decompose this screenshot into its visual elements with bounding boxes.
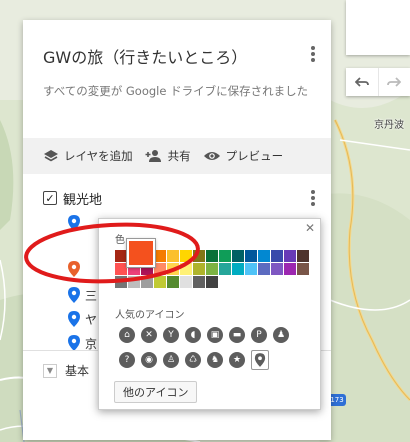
- dining-icon[interactable]: ✕: [141, 327, 157, 343]
- color-swatch[interactable]: [154, 250, 166, 262]
- list-item[interactable]: 三: [67, 284, 97, 306]
- star-icon[interactable]: ★: [229, 352, 245, 368]
- color-swatch[interactable]: [258, 263, 270, 275]
- base-map-label: 基本: [65, 364, 90, 378]
- color-swatch[interactable]: [154, 263, 166, 275]
- place-label: 三: [85, 288, 98, 303]
- camera-icon[interactable]: ◉: [141, 352, 157, 368]
- color-swatch[interactable]: [245, 250, 257, 262]
- parking-icon[interactable]: P: [251, 327, 267, 343]
- color-swatch[interactable]: [271, 250, 283, 262]
- layers-icon: [44, 150, 58, 162]
- chevron-down-icon[interactable]: ▼: [43, 363, 57, 378]
- color-swatch[interactable]: [141, 276, 153, 288]
- layer-options-menu-icon[interactable]: [305, 188, 321, 208]
- color-swatch[interactable]: [271, 263, 283, 275]
- color-swatch[interactable]: [167, 250, 179, 262]
- selected-color-swatch[interactable]: [127, 239, 155, 267]
- add-layer-label: レイヤを追加: [64, 149, 133, 163]
- search-box[interactable]: [346, 0, 410, 55]
- bar-icon[interactable]: Y: [163, 327, 179, 343]
- color-swatch[interactable]: [193, 276, 205, 288]
- color-swatch[interactable]: [115, 263, 127, 275]
- color-swatch[interactable]: [128, 276, 140, 288]
- bicycle-icon[interactable]: ♺: [185, 352, 201, 368]
- place-pin-icon: [68, 287, 80, 303]
- color-swatch[interactable]: [258, 250, 270, 262]
- layer-name[interactable]: 観光地: [63, 189, 102, 208]
- place-pin-icon: [68, 311, 80, 327]
- layer-visibility-checkbox[interactable]: ✓: [43, 191, 57, 205]
- panel-toolbar: レイヤを追加 共有 プレビュー: [23, 138, 331, 174]
- eye-icon: [203, 152, 220, 160]
- preview-label: プレビュー: [225, 149, 284, 163]
- close-icon[interactable]: ✕: [305, 222, 315, 234]
- map-place-label: 京丹波: [374, 120, 404, 131]
- map-title[interactable]: GWの旅（行きたいところ）: [43, 44, 247, 68]
- color-swatch[interactable]: [180, 250, 192, 262]
- share-label: 共有: [167, 149, 191, 163]
- list-item-selected[interactable]: [67, 258, 85, 280]
- color-swatch[interactable]: [180, 263, 192, 275]
- layer-header: ✓ 観光地: [43, 188, 313, 208]
- color-swatch[interactable]: [115, 276, 127, 288]
- color-heading: 色: [115, 235, 125, 246]
- color-swatch[interactable]: [284, 250, 296, 262]
- add-person-icon: [145, 150, 161, 162]
- icon-grid: ⌂ ✕ Y ◖ ▣ ▬ P ♟? ◉ ♙ ♺ ♞ ★: [119, 327, 289, 370]
- preview-button[interactable]: プレビュー: [203, 148, 284, 164]
- color-swatch[interactable]: [206, 250, 218, 262]
- style-picker-popup: ✕ 色 人気のアイコン ⌂ ✕ Y ◖ ▣ ▬ P ♟? ◉ ♙ ♺ ♞ ★ 他のアイコン: [98, 218, 321, 410]
- color-swatch[interactable]: [219, 263, 231, 275]
- hiking-icon[interactable]: ♟: [273, 327, 289, 343]
- map-options-menu-icon[interactable]: [305, 44, 321, 64]
- color-swatch[interactable]: [245, 263, 257, 275]
- popular-icons-heading: 人気のアイコン: [115, 310, 185, 321]
- color-swatch[interactable]: [206, 276, 218, 288]
- more-icons-button[interactable]: 他のアイコン: [114, 381, 198, 403]
- color-swatch[interactable]: [219, 250, 231, 262]
- shopping-icon[interactable]: ▣: [207, 327, 223, 343]
- color-swatch[interactable]: [284, 263, 296, 275]
- color-swatch[interactable]: [167, 263, 179, 275]
- color-swatch[interactable]: [232, 250, 244, 262]
- place-label: 京: [85, 336, 98, 351]
- color-swatch[interactable]: [206, 263, 218, 275]
- list-item[interactable]: ヤ: [67, 308, 97, 330]
- cafe-icon[interactable]: ◖: [185, 327, 201, 343]
- color-swatch[interactable]: [115, 250, 127, 262]
- pin-icon[interactable]: [251, 350, 269, 370]
- color-swatch[interactable]: [193, 250, 205, 262]
- place-pin-icon: [68, 215, 80, 231]
- color-swatch[interactable]: [297, 250, 309, 262]
- color-swatch[interactable]: [232, 263, 244, 275]
- walking-icon[interactable]: ♙: [163, 352, 179, 368]
- list-item[interactable]: [67, 212, 85, 234]
- undo-icon[interactable]: [346, 68, 378, 96]
- undo-redo-group: [346, 68, 410, 96]
- place-pin-icon: [68, 261, 80, 277]
- redo-icon[interactable]: [377, 68, 410, 96]
- running-icon[interactable]: ♞: [207, 352, 223, 368]
- color-swatch[interactable]: [167, 276, 179, 288]
- question-icon[interactable]: ?: [119, 352, 135, 368]
- color-swatch[interactable]: [297, 263, 309, 275]
- share-button[interactable]: 共有: [145, 148, 191, 164]
- place-label: ヤ: [85, 312, 98, 327]
- color-swatch[interactable]: [180, 276, 192, 288]
- save-status-text: すべての変更が Google ドライブに保存されました: [43, 84, 309, 98]
- add-layer-button[interactable]: レイヤを追加: [43, 148, 133, 164]
- color-swatch[interactable]: [193, 263, 205, 275]
- home-icon[interactable]: ⌂: [119, 327, 135, 343]
- color-swatch[interactable]: [154, 276, 166, 288]
- hotel-icon[interactable]: ▬: [229, 327, 245, 343]
